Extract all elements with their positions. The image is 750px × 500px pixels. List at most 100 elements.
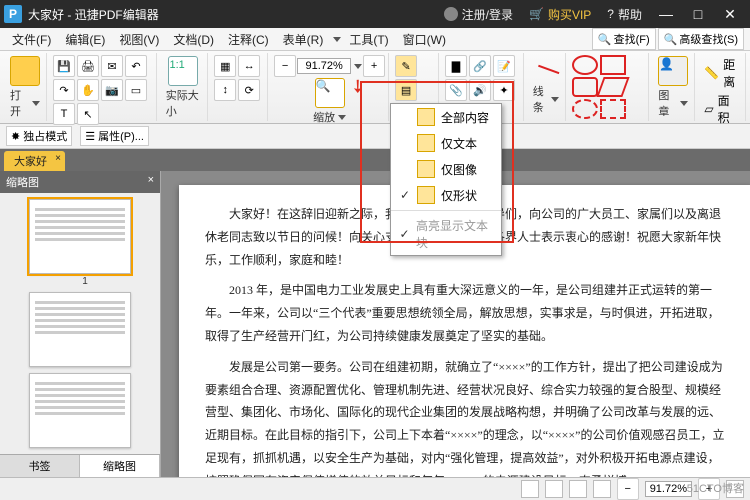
roundrect-shape-icon[interactable] xyxy=(572,77,598,97)
attachment-icon[interactable]: 📎 xyxy=(445,79,467,101)
edit-object-icon[interactable]: ▤ xyxy=(395,79,417,101)
zoom-button[interactable]: 🔍 缩放 xyxy=(310,77,349,126)
pencil-line-icon xyxy=(533,56,559,82)
polygon-shape-icon[interactable] xyxy=(597,77,630,97)
undo-icon[interactable]: ↶ xyxy=(125,55,147,77)
pane-close-icon[interactable]: × xyxy=(148,174,154,190)
stamp-small-icon[interactable]: ✦ xyxy=(493,79,515,101)
lines-button[interactable]: 线条 xyxy=(530,55,562,116)
zoom-out-icon[interactable]: − xyxy=(274,55,296,77)
fit-group: ▦ ↔ ↕ ⟳ xyxy=(214,55,264,101)
print-icon[interactable]: 🖨 xyxy=(77,55,99,77)
dropdown-shape-only[interactable]: ✓仅形状 xyxy=(391,182,501,208)
menu-document[interactable]: 文档(D) xyxy=(167,29,220,50)
open-button[interactable]: 打开 xyxy=(7,55,43,120)
advanced-find-button[interactable]: 🔍高级查找(S) xyxy=(658,28,744,50)
layout-continuous-icon[interactable] xyxy=(545,480,563,498)
email-icon[interactable]: ✉ xyxy=(101,55,123,77)
thumbnails-pane: 缩略图 × 1 书签 缩略图 xyxy=(0,171,161,477)
chevron-down-icon xyxy=(338,115,346,120)
note-icon[interactable]: 📝 xyxy=(493,55,515,77)
shape-only-icon xyxy=(417,186,435,204)
dropdown-all-content[interactable]: 全部内容 xyxy=(391,104,501,130)
area-button[interactable]: ▱面积 xyxy=(701,91,742,127)
layout-single-icon[interactable] xyxy=(521,480,539,498)
side-tab-bookmark[interactable]: 书签 xyxy=(0,455,80,477)
dashed-rect-icon[interactable] xyxy=(600,99,626,119)
exclusive-mode-button[interactable]: ✸独占模式 xyxy=(6,126,72,146)
menu-form[interactable]: 表单(R) xyxy=(277,29,330,50)
fit-width-icon[interactable]: ↔ xyxy=(238,55,260,77)
save-icon[interactable]: 💾 xyxy=(53,55,75,77)
sub-toolbar: ✸独占模式 ☰属性(P)... xyxy=(0,124,750,149)
all-content-icon xyxy=(417,108,435,126)
highlight-icon[interactable]: ▇ xyxy=(445,55,467,77)
menu-annotate[interactable]: 注释(C) xyxy=(222,29,275,50)
cursor-icon[interactable]: ↖ xyxy=(77,103,99,125)
layout-book-icon[interactable] xyxy=(593,480,611,498)
fit-page-icon[interactable]: ▦ xyxy=(214,55,236,77)
binoculars-icon: 🔍 xyxy=(598,33,612,46)
dropdown-highlight-text-block[interactable]: ✓高亮显示文本块 xyxy=(391,213,501,255)
zoom-control: − 91.72% + xyxy=(274,55,385,77)
dropdown-image-only[interactable]: 仅图像 xyxy=(391,156,501,182)
fit-height-icon[interactable]: ↕ xyxy=(214,79,236,101)
zoom-value[interactable]: 91.72% xyxy=(297,58,351,74)
help-button[interactable]: ?帮助 xyxy=(599,6,650,23)
main-area: 缩略图 × 1 书签 缩略图 xyxy=(0,171,750,477)
dropdown-text-only[interactable]: 仅文本 xyxy=(391,130,501,156)
thumbnail-page-1[interactable]: 1 xyxy=(29,199,131,274)
close-window-button[interactable]: ✕ xyxy=(714,6,746,23)
hand-tool-icon[interactable]: ✋ xyxy=(77,79,99,101)
side-tab-thumbnails[interactable]: 缩略图 xyxy=(80,455,160,477)
cart-icon: 🛒 xyxy=(529,7,544,21)
menu-tools[interactable]: 工具(T) xyxy=(343,29,394,50)
status-bar: − 91.72% + xyxy=(0,477,750,500)
zoom-out-status-icon[interactable]: − xyxy=(617,478,639,500)
properties-button[interactable]: ☰属性(P)... xyxy=(80,126,149,146)
cloud-shape-icon[interactable] xyxy=(572,99,598,119)
area-icon: ▱ xyxy=(704,102,713,116)
snapshot-icon[interactable]: 📷 xyxy=(101,79,123,101)
text-select-icon[interactable]: T xyxy=(53,103,75,125)
register-login-button[interactable]: 注册/登录 xyxy=(436,6,521,23)
link-icon[interactable]: 🔗 xyxy=(469,55,491,77)
chevron-down-icon xyxy=(680,101,688,106)
thumbnails-list[interactable]: 1 xyxy=(0,193,160,454)
edit-content-icon[interactable]: ✎ xyxy=(395,55,417,77)
status-zoom-value[interactable]: 91.72% xyxy=(645,481,692,497)
maximize-button[interactable]: □ xyxy=(682,6,714,22)
layout-facing-icon[interactable] xyxy=(569,480,587,498)
thumbnail-page-3[interactable] xyxy=(29,373,131,448)
chevron-down-icon xyxy=(551,97,559,102)
menu-window[interactable]: 窗口(W) xyxy=(397,29,452,50)
ellipse-shape-icon[interactable] xyxy=(572,55,598,75)
zoom-in-icon[interactable]: + xyxy=(363,55,385,77)
app-logo-icon: P xyxy=(4,5,22,23)
stamps-button[interactable]: 👤 图章 xyxy=(655,55,691,120)
paragraph: 发展是公司第一要务。公司在组建初期，就确立了“××××”的工作方针，提出了把公司… xyxy=(205,356,725,477)
app-name: 迅捷PDF编辑器 xyxy=(75,8,159,22)
minimize-button[interactable]: — xyxy=(650,6,682,22)
tab-close-icon[interactable]: × xyxy=(55,153,61,164)
menu-view[interactable]: 视图(V) xyxy=(113,29,165,50)
sound-icon[interactable]: 🔊 xyxy=(469,79,491,101)
title-bar: P 大家好 - 迅捷PDF编辑器 注册/登录 🛒购买VIP ?帮助 — □ ✕ xyxy=(0,0,750,28)
redo-icon[interactable]: ↷ xyxy=(53,79,75,101)
select-tool-icon[interactable]: ▭ xyxy=(125,79,147,101)
find-button[interactable]: 🔍查找(F) xyxy=(592,28,656,50)
rectangle-shape-icon[interactable] xyxy=(600,55,626,75)
rotate-icon[interactable]: ⟳ xyxy=(238,79,260,101)
window-title: 大家好 - 迅捷PDF编辑器 xyxy=(28,6,159,23)
menu-file[interactable]: 文件(F) xyxy=(6,29,57,50)
user-icon xyxy=(444,7,458,21)
buy-vip-button[interactable]: 🛒购买VIP xyxy=(521,6,599,23)
thumbnail-page-2[interactable] xyxy=(29,292,131,367)
document-tab[interactable]: 大家好 × xyxy=(4,151,65,171)
distance-button[interactable]: 📏距离 xyxy=(701,55,742,91)
image-only-icon xyxy=(417,160,435,178)
stamp-icon: 👤 xyxy=(658,56,688,86)
menu-edit[interactable]: 编辑(E) xyxy=(59,29,111,50)
actual-size-button[interactable]: 1:1 实际大小 xyxy=(163,55,205,120)
chevron-down-icon xyxy=(354,64,362,69)
